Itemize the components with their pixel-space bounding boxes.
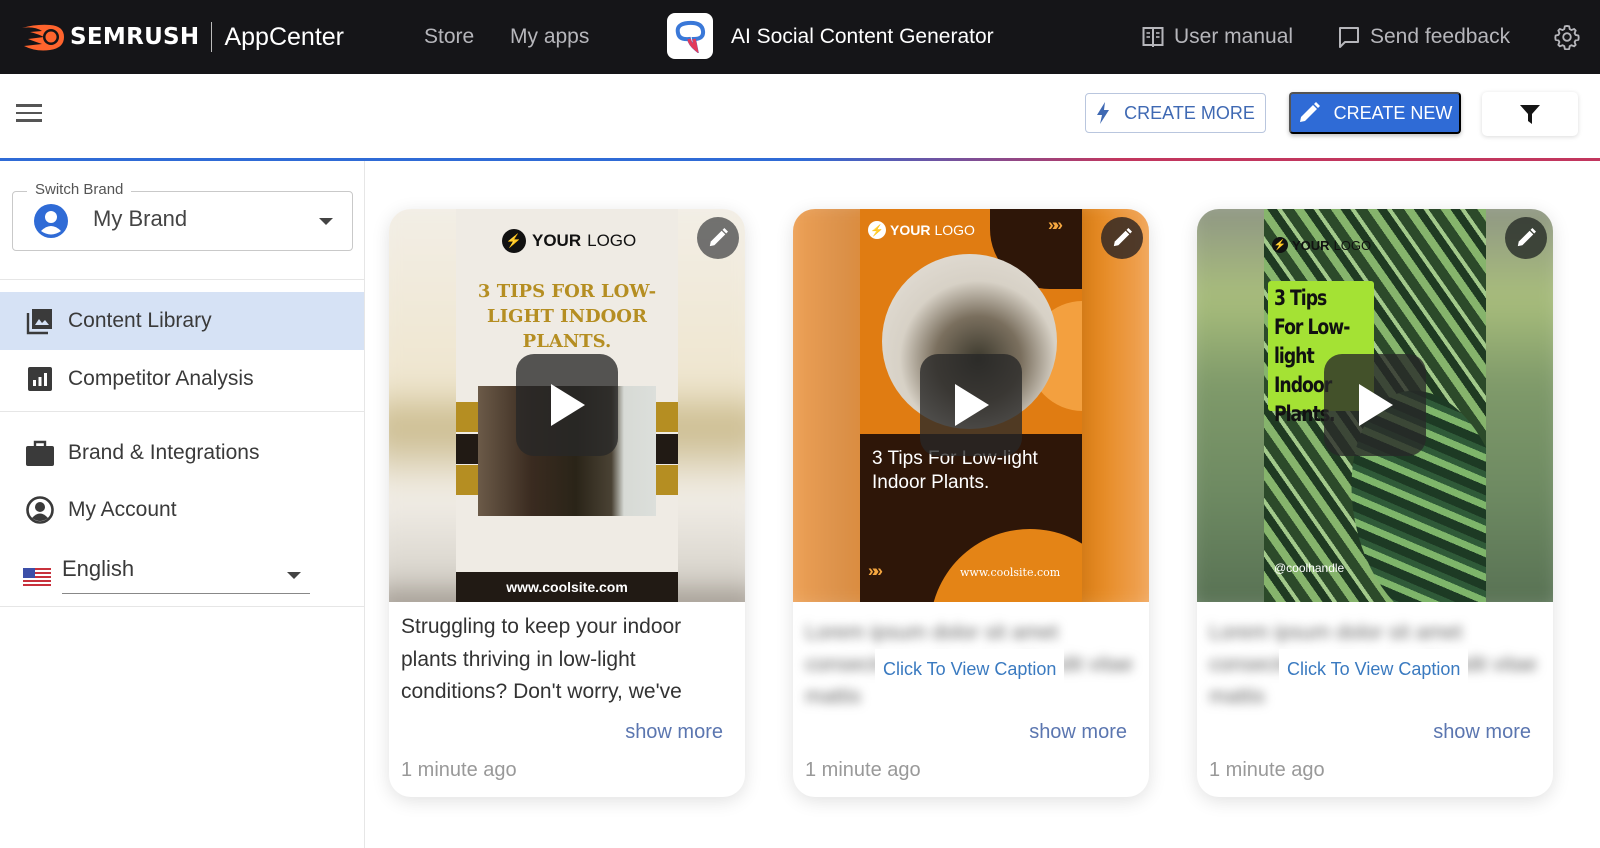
sidebar-item-content-library[interactable]: Content Library bbox=[0, 292, 364, 350]
create-more-label: CREATE MORE bbox=[1124, 102, 1255, 123]
comment-icon bbox=[1339, 27, 1359, 48]
pencil-icon bbox=[709, 228, 728, 247]
filter-button[interactable] bbox=[1482, 92, 1578, 136]
image-library-icon bbox=[25, 306, 55, 336]
user-manual-label: User manual bbox=[1174, 25, 1294, 48]
edit-button[interactable] bbox=[697, 217, 739, 259]
sidebar-item-label: My Account bbox=[68, 498, 177, 521]
poster-logo: ⚡ YOUR LOGO bbox=[868, 221, 975, 239]
chevron-down-icon bbox=[287, 572, 301, 579]
brand-select-value: My Brand bbox=[93, 206, 188, 231]
sidebar-item-label: Brand & Integrations bbox=[68, 441, 260, 464]
switch-brand-select[interactable]: Switch Brand My Brand bbox=[12, 181, 353, 251]
chevrons-icon: »» bbox=[1048, 215, 1063, 234]
content-card[interactable]: ⚡ YOUR LOGO 3 TIPS FOR LOW-LIGHT INDOOR P… bbox=[389, 209, 745, 797]
nav-my-apps[interactable]: My apps bbox=[510, 0, 589, 74]
filter-icon bbox=[1520, 105, 1540, 124]
sidebar-divider bbox=[0, 279, 364, 280]
sidebar-item-label: Content Library bbox=[68, 309, 212, 332]
poster-url: www.coolsite.com bbox=[456, 572, 678, 602]
briefcase-icon bbox=[25, 438, 55, 468]
bar-chart-icon bbox=[25, 364, 55, 394]
brain-chat-icon bbox=[675, 20, 706, 53]
send-feedback-link[interactable]: Send feedback bbox=[1338, 0, 1510, 74]
poster-title: 3 TIPS FOR LOW-LIGHT INDOOR PLANTS. bbox=[477, 281, 657, 352]
create-more-button[interactable]: CREATE MORE bbox=[1085, 93, 1266, 133]
pencil-icon bbox=[1517, 228, 1536, 247]
pencil-icon bbox=[1113, 228, 1132, 247]
semrush-logo[interactable]: SEMRUSH AppCenter bbox=[20, 0, 344, 74]
sidebar-divider bbox=[0, 411, 364, 412]
us-flag-icon bbox=[23, 568, 51, 586]
sidebar-item-competitor-analysis[interactable]: Competitor Analysis bbox=[0, 350, 364, 408]
video-thumbnail[interactable]: ⚡ YOUR LOGO »» »» 3 Tips For Low-light In… bbox=[793, 209, 1149, 602]
play-button[interactable] bbox=[920, 354, 1022, 456]
video-thumbnail[interactable]: ⚡ YOUR LOGO 3 Tips For Low-light Indoor P… bbox=[1197, 209, 1553, 602]
semrush-flame-icon bbox=[22, 24, 64, 51]
book-icon bbox=[1142, 27, 1164, 47]
view-caption-button[interactable]: Click To View Caption bbox=[875, 649, 1065, 689]
language-value: English bbox=[62, 556, 135, 581]
sidebar: Switch Brand My Brand Content Library Co… bbox=[0, 161, 365, 848]
nav-store[interactable]: Store bbox=[424, 0, 474, 74]
chevrons-icon: »» bbox=[868, 561, 883, 580]
view-caption-button[interactable]: Click To View Caption bbox=[1279, 649, 1469, 689]
brand-avatar-icon bbox=[34, 204, 68, 238]
language-select[interactable]: English bbox=[0, 554, 364, 598]
show-more-link[interactable]: show more bbox=[1433, 721, 1531, 744]
send-feedback-label: Send feedback bbox=[1370, 25, 1511, 48]
sidebar-item-my-account[interactable]: My Account bbox=[0, 481, 364, 539]
switch-brand-label: Switch Brand bbox=[27, 181, 132, 198]
brand-separator bbox=[211, 22, 213, 52]
content-card[interactable]: ⚡ YOUR LOGO »» »» 3 Tips For Low-light In… bbox=[793, 209, 1149, 797]
poster-logo: ⚡ YOUR LOGO bbox=[1272, 237, 1372, 253]
poster-logo: ⚡ YOUR LOGO bbox=[502, 229, 636, 253]
sidebar-item-label: Competitor Analysis bbox=[68, 367, 254, 390]
brand-app-name: AppCenter bbox=[224, 22, 344, 51]
lightning-icon bbox=[1097, 102, 1110, 124]
account-circle-icon bbox=[25, 495, 55, 525]
poster-url: www.coolsite.com bbox=[960, 566, 1061, 579]
pencil-icon bbox=[1299, 102, 1320, 122]
show-more-link[interactable]: show more bbox=[1029, 721, 1127, 744]
show-more-link[interactable]: show more bbox=[625, 721, 723, 744]
lightning-icon: ⚡ bbox=[1272, 237, 1288, 253]
app-icon bbox=[667, 13, 713, 59]
edit-button[interactable] bbox=[1505, 217, 1547, 259]
caption-text: Struggling to keep your indoor plants th… bbox=[401, 615, 682, 703]
chevron-down-icon bbox=[319, 218, 333, 225]
top-navbar: SEMRUSH AppCenter Store My apps AI Socia… bbox=[0, 0, 1600, 74]
play-icon bbox=[551, 384, 585, 426]
app-title: AI Social Content Generator bbox=[731, 25, 994, 48]
edit-button[interactable] bbox=[1101, 217, 1143, 259]
timestamp: 1 minute ago bbox=[401, 759, 517, 781]
timestamp: 1 minute ago bbox=[1209, 759, 1325, 781]
brand-name: SEMRUSH bbox=[70, 24, 200, 50]
sidebar-divider bbox=[0, 606, 364, 607]
play-icon bbox=[955, 384, 989, 426]
language-underline bbox=[62, 593, 310, 594]
toolbar: CREATE MORE CREATE NEW bbox=[0, 74, 1600, 159]
user-manual-link[interactable]: User manual bbox=[1142, 0, 1293, 74]
create-new-button[interactable]: CREATE NEW bbox=[1289, 92, 1461, 134]
create-new-label: CREATE NEW bbox=[1333, 102, 1453, 123]
timestamp: 1 minute ago bbox=[805, 759, 921, 781]
lightning-icon: ⚡ bbox=[502, 229, 526, 253]
play-button[interactable] bbox=[516, 354, 618, 456]
content-card[interactable]: ⚡ YOUR LOGO 3 Tips For Low-light Indoor P… bbox=[1197, 209, 1553, 797]
gear-icon[interactable] bbox=[1554, 24, 1580, 50]
video-thumbnail[interactable]: ⚡ YOUR LOGO 3 TIPS FOR LOW-LIGHT INDOOR P… bbox=[389, 209, 745, 602]
poster-handle: @coolhandle bbox=[1274, 561, 1345, 575]
play-button[interactable] bbox=[1324, 354, 1426, 456]
lightning-icon: ⚡ bbox=[868, 221, 886, 239]
hamburger-menu-icon[interactable] bbox=[16, 104, 42, 124]
sidebar-item-brand-integrations[interactable]: Brand & Integrations bbox=[0, 424, 364, 482]
play-icon bbox=[1359, 384, 1393, 426]
